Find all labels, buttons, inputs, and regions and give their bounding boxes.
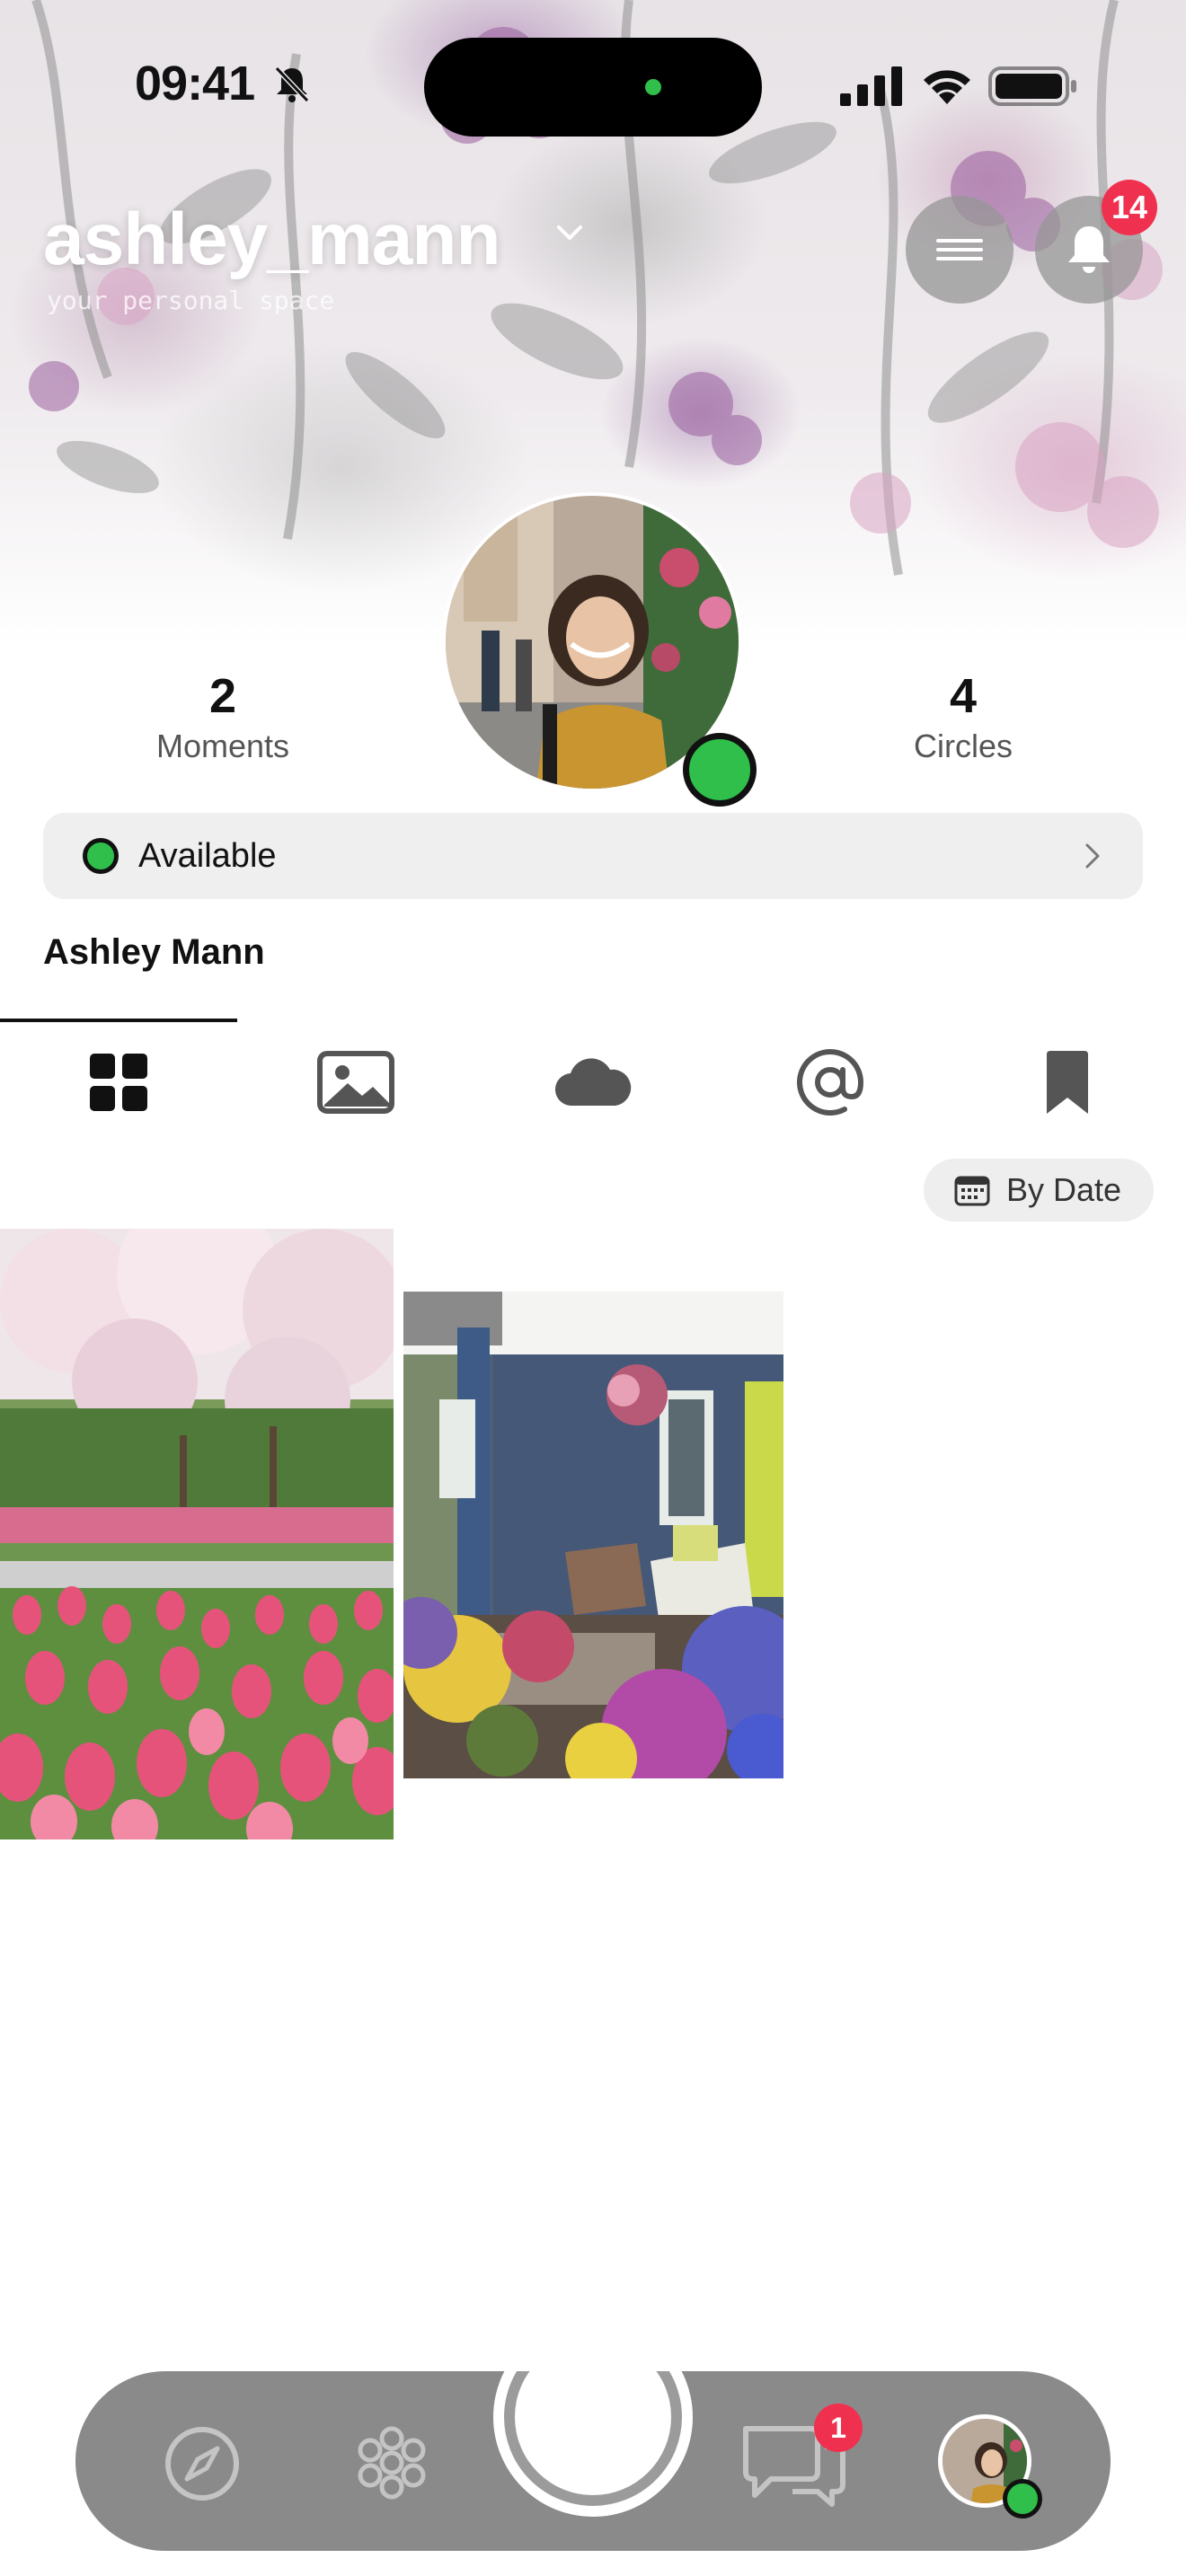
moment-photo-tulips[interactable] bbox=[0, 1229, 394, 1839]
tab-photos[interactable] bbox=[237, 1042, 474, 1123]
profile-tab-online-dot bbox=[1003, 2479, 1042, 2519]
sort-by-date-button[interactable]: By Date bbox=[924, 1159, 1154, 1222]
available-dot-icon bbox=[83, 838, 119, 874]
chat-unread-badge: 1 bbox=[814, 2404, 863, 2452]
moments-label: Moments bbox=[155, 728, 290, 764]
circles-label: Circles bbox=[913, 728, 1013, 764]
at-sign-icon bbox=[797, 1049, 864, 1116]
chevron-down-icon[interactable] bbox=[553, 219, 586, 246]
bell-icon bbox=[1068, 226, 1110, 273]
bell-slash-icon bbox=[274, 66, 310, 103]
battery-icon bbox=[988, 66, 1076, 106]
status-time: 09:41 bbox=[135, 57, 255, 110]
username-subtitle: your personal space bbox=[47, 286, 335, 315]
moments-count: 2 bbox=[208, 669, 237, 723]
explore-button[interactable] bbox=[162, 2423, 243, 2504]
cellular-signal-icon bbox=[840, 66, 902, 106]
menu-icon bbox=[936, 239, 983, 260]
profile-screen: 09:41 ashley_mann your personal space 14… bbox=[0, 0, 1186, 2576]
compass-icon bbox=[165, 2427, 239, 2501]
shutter-inner bbox=[515, 2339, 671, 2495]
availability-status-row[interactable]: Available bbox=[43, 813, 1143, 899]
circles-button[interactable] bbox=[349, 2420, 435, 2506]
wifi-icon bbox=[924, 70, 970, 104]
dynamic-island bbox=[424, 38, 762, 137]
bookmark-icon bbox=[1047, 1051, 1088, 1114]
availability-label: Available bbox=[138, 836, 277, 875]
calendar-icon bbox=[954, 1176, 990, 1206]
porch-flowers-photo bbox=[403, 1292, 783, 1778]
circles-stat[interactable]: 4 Circles bbox=[837, 668, 1089, 765]
menu-button[interactable] bbox=[906, 196, 1013, 304]
flower-icon bbox=[358, 2426, 426, 2500]
camera-shutter-button[interactable] bbox=[493, 2317, 693, 2517]
notification-count-badge: 14 bbox=[1102, 180, 1157, 235]
camera-indicator-dot bbox=[645, 79, 661, 95]
cloud-icon bbox=[554, 1058, 632, 1107]
profile-full-name: Ashley Mann bbox=[43, 932, 265, 972]
active-tab-indicator bbox=[0, 1019, 237, 1022]
tab-grid[interactable] bbox=[0, 1042, 237, 1123]
chevron-right-icon bbox=[1085, 843, 1100, 869]
moment-photo-porch[interactable] bbox=[403, 1292, 783, 1778]
circles-count: 4 bbox=[949, 669, 978, 723]
tab-cloud[interactable] bbox=[474, 1042, 712, 1123]
moments-stat[interactable]: 2 Moments bbox=[97, 668, 349, 765]
tab-saved[interactable] bbox=[949, 1042, 1186, 1123]
online-status-dot bbox=[683, 733, 757, 807]
grid-icon bbox=[90, 1054, 147, 1111]
tulip-field-photo bbox=[0, 1229, 394, 1839]
username-title[interactable]: ashley_mann bbox=[43, 198, 501, 282]
tab-mentions[interactable] bbox=[712, 1042, 949, 1123]
sort-label: By Date bbox=[1006, 1171, 1122, 1208]
photo-icon bbox=[317, 1051, 394, 1114]
